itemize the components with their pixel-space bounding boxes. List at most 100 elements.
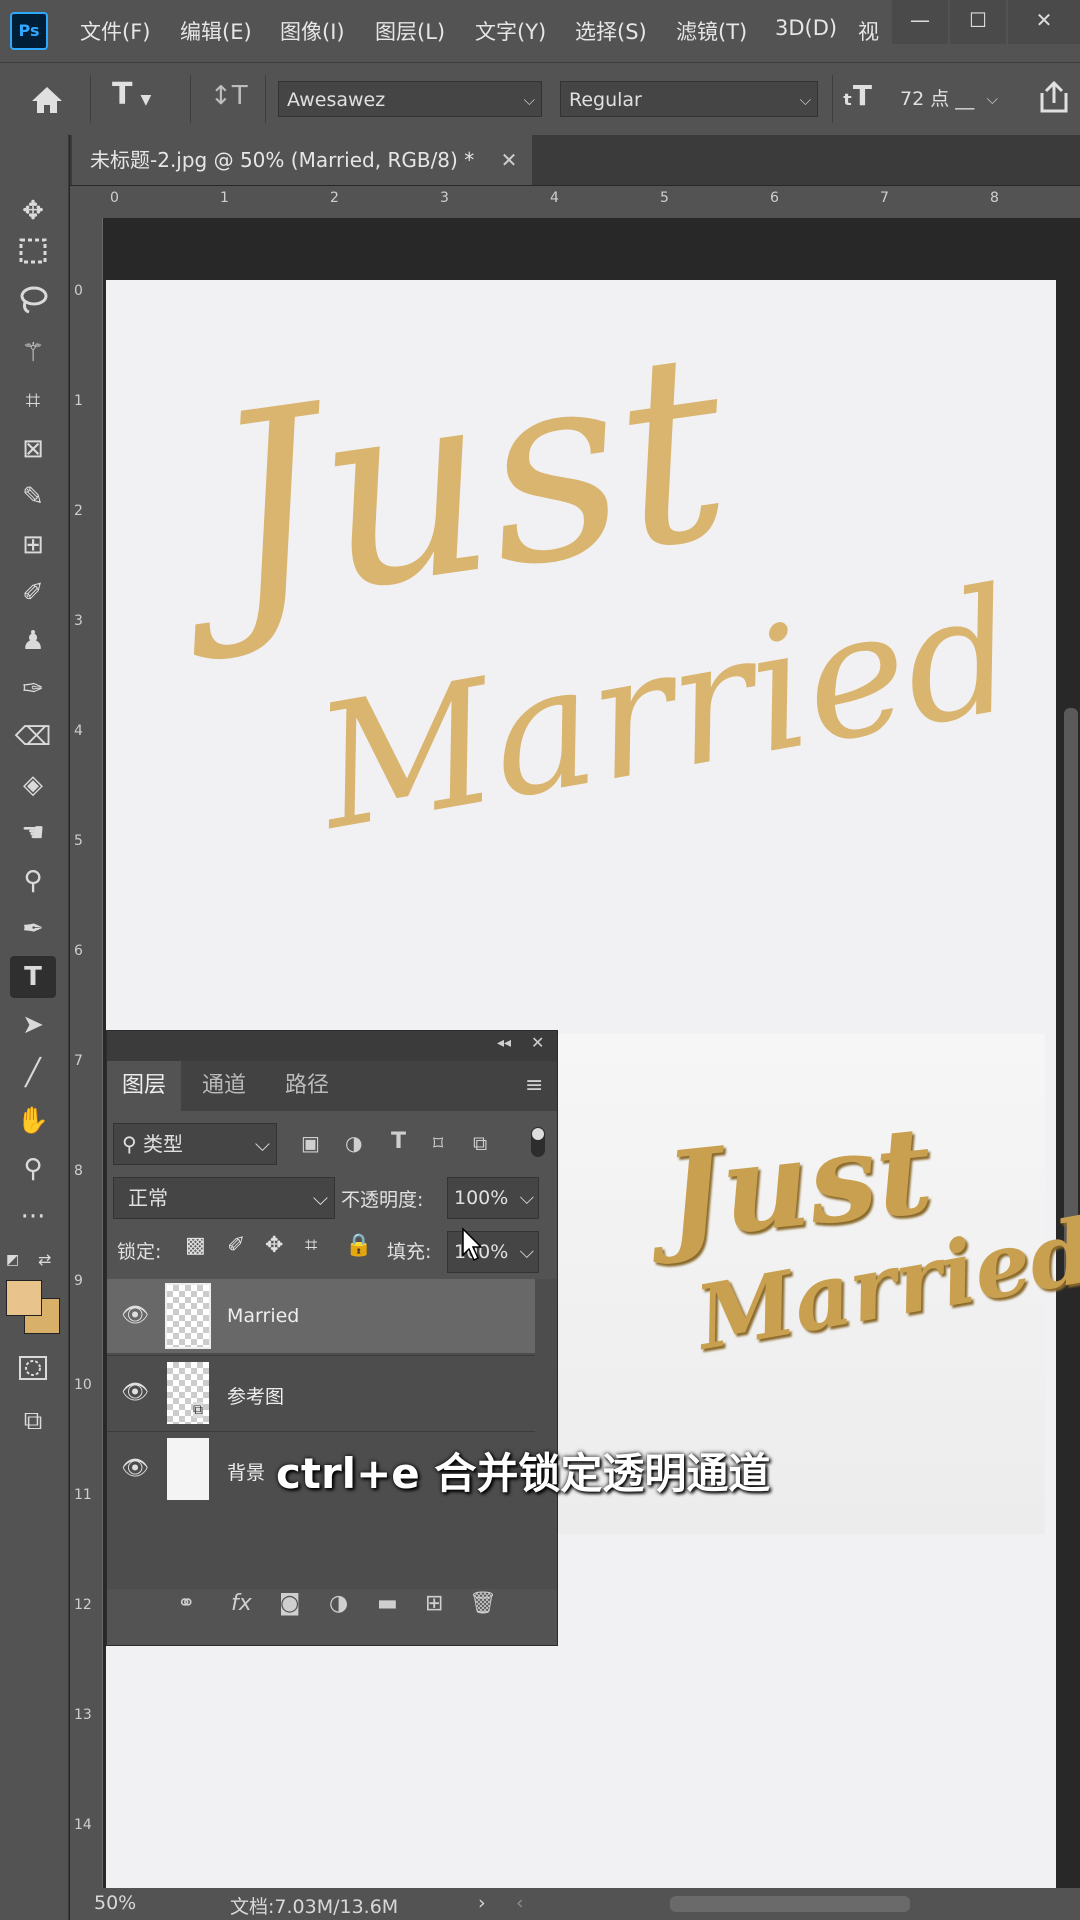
paint-bucket-tool-icon[interactable]: ◈ xyxy=(10,764,56,806)
panel-header[interactable]: ◂◂ ✕ xyxy=(107,1031,557,1061)
layer-filter-select[interactable]: ⚲ 类型 ⌵ xyxy=(113,1123,277,1165)
line-tool-icon[interactable]: ╱ xyxy=(10,1052,56,1094)
font-family-select[interactable]: Awesawez ⌵ xyxy=(278,81,542,117)
smudge-tool-icon[interactable]: ☚ xyxy=(10,812,56,854)
collapse-panel-icon[interactable]: ◂◂ xyxy=(497,1035,511,1051)
close-panel-icon[interactable]: ✕ xyxy=(531,1033,544,1052)
vertical-scrollbar-thumb[interactable] xyxy=(1064,708,1078,1278)
window-minimize-button[interactable]: — xyxy=(892,0,948,44)
add-mask-icon[interactable]: ◙ xyxy=(279,1591,300,1616)
filter-adjustment-icon[interactable]: ◑ xyxy=(345,1131,362,1155)
lock-image-pixels-icon[interactable]: ✐ xyxy=(227,1233,245,1258)
text-tool-preset-icon[interactable]: T ▼ xyxy=(112,77,151,112)
lock-all-icon[interactable]: 🔒 xyxy=(345,1233,372,1258)
text-orientation-toggle-icon[interactable]: ↕T xyxy=(210,81,248,111)
layer-style-icon[interactable]: fx xyxy=(231,1591,252,1616)
document-tab[interactable]: 未标题-2.jpg @ 50% (Married, RGB/8) * ✕ xyxy=(72,135,532,185)
filter-smart-object-icon[interactable]: ⧉ xyxy=(473,1131,487,1155)
panel-menu-icon[interactable]: ≡ xyxy=(525,1073,543,1098)
tab-paths[interactable]: 路径 xyxy=(270,1061,344,1111)
layers-panel: ◂◂ ✕ 图层 通道 路径 ≡ ⚲ 类型 ⌵ ▣ ◑ T ⌑ ⧉ 正常 ⌵ 不透… xyxy=(106,1030,558,1646)
menu-select[interactable]: 选择(S) xyxy=(575,16,647,46)
eye-icon[interactable]: 👁 xyxy=(121,1303,149,1328)
font-style-select[interactable]: Regular ⌵ xyxy=(560,81,818,117)
zoom-level[interactable]: 50% xyxy=(94,1892,136,1914)
menu-image[interactable]: 图像(I) xyxy=(280,16,345,46)
lock-transparent-pixels-icon[interactable]: ▩ xyxy=(185,1233,206,1258)
tab-channels[interactable]: 通道 xyxy=(187,1061,261,1111)
filter-shape-icon[interactable]: ⌑ xyxy=(433,1131,443,1155)
menu-edit[interactable]: 编辑(E) xyxy=(180,16,252,46)
filter-pixel-icon[interactable]: ▣ xyxy=(301,1131,320,1155)
home-button[interactable] xyxy=(24,77,70,121)
zoom-tool-icon[interactable]: ⚲ xyxy=(10,1148,56,1190)
type-tool-icon[interactable]: T xyxy=(10,956,56,998)
pen-tool-icon[interactable]: ✒ xyxy=(10,908,56,950)
window-maximize-button[interactable]: ☐ xyxy=(950,0,1006,44)
swap-colors-icon[interactable]: ⇄ xyxy=(38,1250,51,1269)
status-menu-chevron-icon[interactable]: › xyxy=(478,1892,486,1914)
eraser-tool-icon[interactable]: ⌫ xyxy=(10,716,56,758)
menu-view[interactable]: 视 xyxy=(858,16,879,46)
chevron-down-icon: ⌵ xyxy=(254,1132,270,1156)
menu-layer[interactable]: 图层(L) xyxy=(375,16,445,46)
new-layer-icon[interactable]: ⊞ xyxy=(425,1591,443,1616)
new-group-icon[interactable]: ▬ xyxy=(377,1591,398,1616)
path-selection-tool-icon[interactable]: ➤ xyxy=(10,1004,56,1046)
menu-3d[interactable]: 3D(D) xyxy=(775,16,837,40)
share-button[interactable] xyxy=(1036,79,1072,115)
screen-mode-icon[interactable]: ⧉ xyxy=(10,1400,56,1442)
quick-mask-icon[interactable] xyxy=(10,1352,56,1394)
menu-file[interactable]: 文件(F) xyxy=(80,16,150,46)
lasso-tool-icon[interactable] xyxy=(10,284,56,326)
history-brush-tool-icon[interactable]: ✑ xyxy=(10,668,56,710)
crop-tool-icon[interactable]: ⌗ xyxy=(10,380,56,422)
chevron-down-icon: ⌵ xyxy=(312,1186,328,1210)
magic-wand-tool-icon[interactable]: ⚚ xyxy=(10,332,56,374)
clone-stamp-tool-icon[interactable]: ♟ xyxy=(10,620,56,662)
chevron-down-icon: ⌵ xyxy=(519,1241,534,1263)
link-layers-icon[interactable]: ⚭ xyxy=(177,1591,195,1616)
marquee-tool-icon[interactable] xyxy=(10,236,56,278)
healing-brush-tool-icon[interactable]: ⊞ xyxy=(10,524,56,566)
status-bar: 50% 文档:7.03M/13.6M › ‹ xyxy=(70,1888,1080,1920)
menu-type[interactable]: 文字(Y) xyxy=(475,16,546,46)
window-close-button[interactable]: ✕ xyxy=(1008,0,1080,44)
pasteboard xyxy=(104,218,1056,280)
mouse-cursor-icon xyxy=(462,1227,483,1262)
layer-name: Married xyxy=(227,1305,300,1327)
photoshop-logo: Ps xyxy=(10,12,48,50)
filter-type-icon[interactable]: T xyxy=(391,1129,406,1154)
lock-position-icon[interactable]: ✥ xyxy=(265,1233,283,1258)
frame-tool-icon[interactable]: ⊠ xyxy=(10,428,56,470)
move-tool-icon[interactable]: ✥ xyxy=(10,190,56,232)
adjustment-layer-icon[interactable]: ◑ xyxy=(329,1591,348,1616)
blend-mode-select[interactable]: 正常 ⌵ xyxy=(113,1177,335,1219)
chevron-down-icon: ⌵ xyxy=(799,91,811,109)
eyedropper-tool-icon[interactable]: ✎ xyxy=(10,476,56,518)
ruler-origin[interactable] xyxy=(70,186,104,218)
vertical-scrollbar-track[interactable] xyxy=(1056,218,1080,1888)
tab-layers[interactable]: 图层 xyxy=(107,1061,182,1111)
foreground-color-swatch[interactable] xyxy=(6,1280,42,1316)
default-colors-icon[interactable]: ◩ xyxy=(6,1252,19,1268)
hand-tool-icon[interactable]: ✋ xyxy=(10,1100,56,1142)
scroll-left-icon[interactable]: ‹ xyxy=(516,1892,524,1914)
dodge-tool-icon[interactable]: ⚲ xyxy=(10,860,56,902)
lock-artboard-icon[interactable]: ⌗ xyxy=(305,1233,317,1258)
menu-filter[interactable]: 滤镜(T) xyxy=(676,16,747,46)
filter-toggle[interactable] xyxy=(531,1127,545,1157)
font-size-icon: ₜT xyxy=(842,79,872,112)
more-tools-icon[interactable]: ··· xyxy=(10,1196,56,1238)
font-size-input[interactable]: 72 点 __ ⌵ xyxy=(892,81,1004,117)
opacity-input[interactable]: 100% ⌵ xyxy=(447,1177,539,1219)
eye-icon[interactable]: 👁 xyxy=(121,1380,149,1405)
delete-layer-icon[interactable]: 🗑 xyxy=(469,1591,497,1616)
brush-tool-icon[interactable]: ✐ xyxy=(10,572,56,614)
layer-row-reference[interactable]: 👁 ⧉ 参考图 xyxy=(107,1355,535,1430)
horizontal-scrollbar-thumb[interactable] xyxy=(670,1896,910,1912)
layer-row-married[interactable]: 👁 Married xyxy=(107,1279,535,1353)
chevron-down-icon: ⌵ xyxy=(986,90,998,108)
close-tab-icon[interactable]: ✕ xyxy=(501,148,518,172)
eye-icon[interactable]: 👁 xyxy=(121,1456,149,1481)
